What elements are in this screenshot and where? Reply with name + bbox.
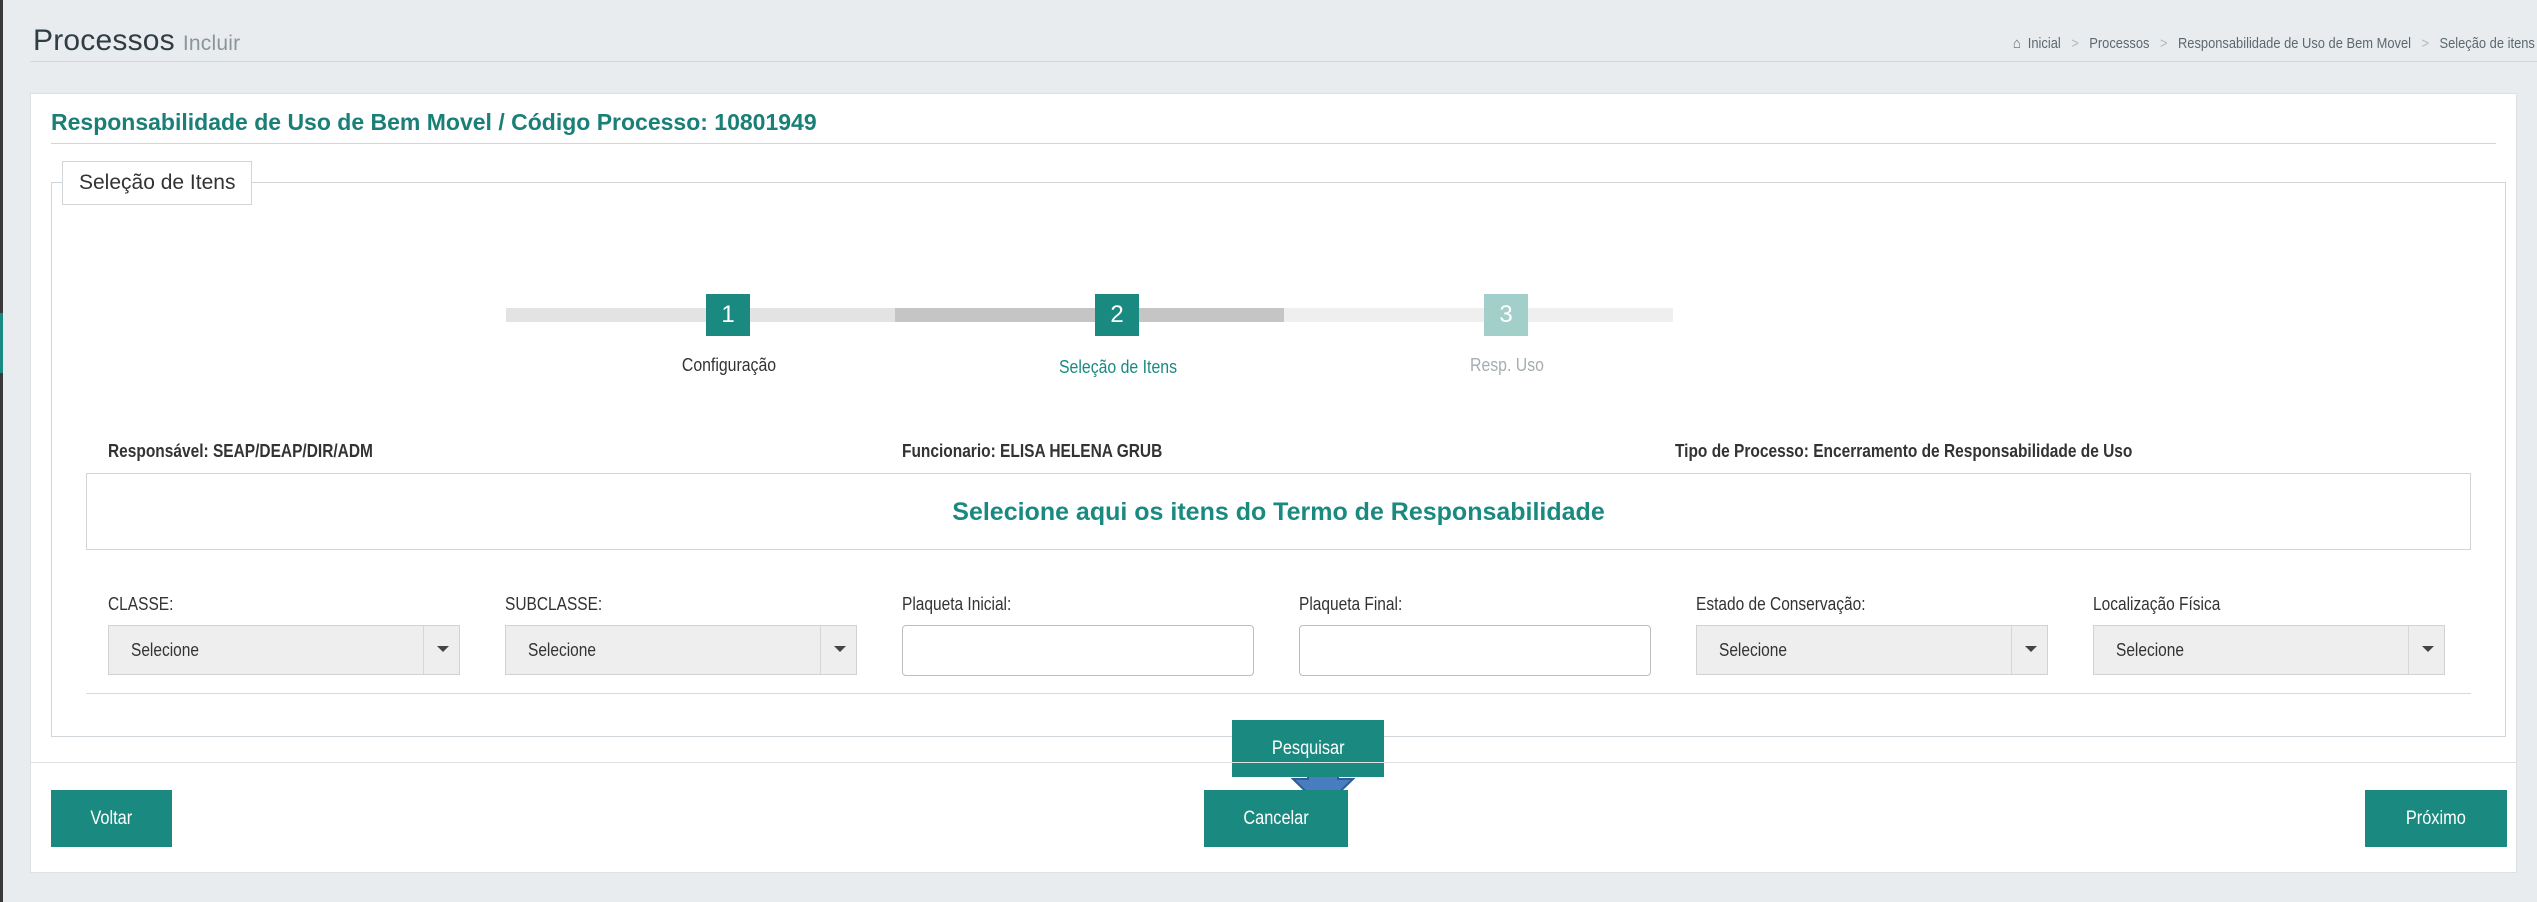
wizard-step-2-label[interactable]: Seleção de Itens bbox=[986, 357, 1250, 378]
pesquisar-button[interactable]: Pesquisar bbox=[1232, 720, 1384, 777]
plaqueta-inicial-input[interactable] bbox=[902, 625, 1254, 676]
estado-conservacao-select[interactable]: Selecione bbox=[1696, 625, 2048, 675]
plaqueta-final-input[interactable] bbox=[1299, 625, 1651, 676]
estado-conservacao-select-value: Selecione bbox=[1719, 640, 1787, 660]
localizacao-fisica-select[interactable]: Selecione bbox=[2093, 625, 2445, 675]
home-icon: ⌂ bbox=[2013, 35, 2021, 52]
breadcrumb-processos[interactable]: Processos bbox=[2089, 35, 2149, 52]
breadcrumb-separator: > bbox=[2071, 35, 2079, 52]
voltar-button[interactable]: Voltar bbox=[51, 790, 172, 847]
classe-select-value: Selecione bbox=[131, 640, 199, 660]
breadcrumb-selecao: Seleção de itens bbox=[2439, 35, 2535, 52]
page-title: Processos Incluir bbox=[33, 24, 240, 58]
voltar-button-label: Voltar bbox=[90, 807, 133, 829]
subclasse-label: SUBCLASSE: bbox=[505, 594, 603, 614]
wizard-step-2-number[interactable]: 2 bbox=[1095, 294, 1139, 336]
fieldset-legend: Seleção de Itens bbox=[62, 161, 253, 205]
process-panel: Responsabilidade de Uso de Bem Movel / C… bbox=[30, 93, 2517, 873]
classe-select[interactable]: Selecione bbox=[108, 625, 460, 675]
classe-label: CLASSE: bbox=[108, 594, 174, 614]
panel-title: Responsabilidade de Uso de Bem Movel / C… bbox=[51, 109, 817, 135]
chevron-down-icon[interactable] bbox=[423, 626, 459, 674]
panel-title-divider bbox=[51, 143, 2496, 144]
page-header: Processos Incluir ⌂ Inicial > Processos >… bbox=[30, 0, 2537, 62]
wizard-track-segment-2 bbox=[895, 308, 1284, 322]
pesquisar-button-label: Pesquisar bbox=[1271, 737, 1345, 759]
page-subtitle: Incluir bbox=[182, 32, 241, 55]
filter-divider bbox=[86, 693, 2471, 694]
plaqueta-final-label: Plaqueta Final: bbox=[1299, 594, 1403, 614]
chevron-down-icon[interactable] bbox=[820, 626, 856, 674]
subclasse-select[interactable]: Selecione bbox=[505, 625, 857, 675]
wizard-track-segment-3 bbox=[1284, 308, 1673, 322]
subclasse-select-value: Selecione bbox=[528, 640, 596, 660]
breadcrumb-inicial[interactable]: Inicial bbox=[2028, 35, 2061, 52]
breadcrumb-responsabilidade[interactable]: Responsabilidade de Uso de Bem Movel bbox=[2178, 35, 2411, 52]
selection-banner: Selecione aqui os itens do Termo de Resp… bbox=[86, 473, 2471, 550]
left-edge-bar bbox=[0, 0, 3, 902]
chevron-down-icon[interactable] bbox=[2011, 626, 2047, 674]
proximo-button[interactable]: Próximo bbox=[2365, 790, 2507, 847]
info-funcionario: Funcionario: ELISA HELENA GRUB bbox=[902, 441, 1163, 461]
wizard-step-1-number[interactable]: 1 bbox=[706, 294, 750, 336]
cancelar-button[interactable]: Cancelar bbox=[1204, 790, 1348, 847]
localizacao-fisica-select-value: Selecione bbox=[2116, 640, 2184, 660]
localizacao-fisica-label: Localização Física bbox=[2093, 594, 2221, 614]
page-title-text: Processos bbox=[33, 24, 175, 57]
items-fieldset: Seleção de Itens 1 2 3 Configuração Sele… bbox=[51, 161, 2506, 810]
wizard-track-segment-1 bbox=[506, 308, 895, 322]
left-edge-accent bbox=[0, 313, 3, 373]
plaqueta-inicial-label: Plaqueta Inicial: bbox=[902, 594, 1012, 614]
chevron-down-icon[interactable] bbox=[2408, 626, 2444, 674]
breadcrumb: ⌂ Inicial > Processos > Responsabilidade… bbox=[2013, 35, 2535, 52]
wizard-step-3-number[interactable]: 3 bbox=[1484, 294, 1528, 336]
selection-banner-text: Selecione aqui os itens do Termo de Resp… bbox=[952, 498, 1605, 526]
wizard-step-1-label[interactable]: Configuração bbox=[597, 355, 861, 376]
info-tipo-processo: Tipo de Processo: Encerramento de Respon… bbox=[1675, 441, 2133, 461]
wizard-step-3-label[interactable]: Resp. Uso bbox=[1375, 355, 1639, 376]
proximo-button-label: Próximo bbox=[2406, 807, 2466, 829]
cancelar-button-label: Cancelar bbox=[1243, 807, 1309, 829]
estado-conservacao-label: Estado de Conservação: bbox=[1696, 594, 1866, 614]
breadcrumb-separator: > bbox=[2160, 35, 2168, 52]
breadcrumb-separator: > bbox=[2421, 35, 2430, 52]
footer-divider bbox=[31, 762, 2516, 763]
info-responsavel: Responsável: SEAP/DEAP/DIR/ADM bbox=[108, 441, 373, 461]
